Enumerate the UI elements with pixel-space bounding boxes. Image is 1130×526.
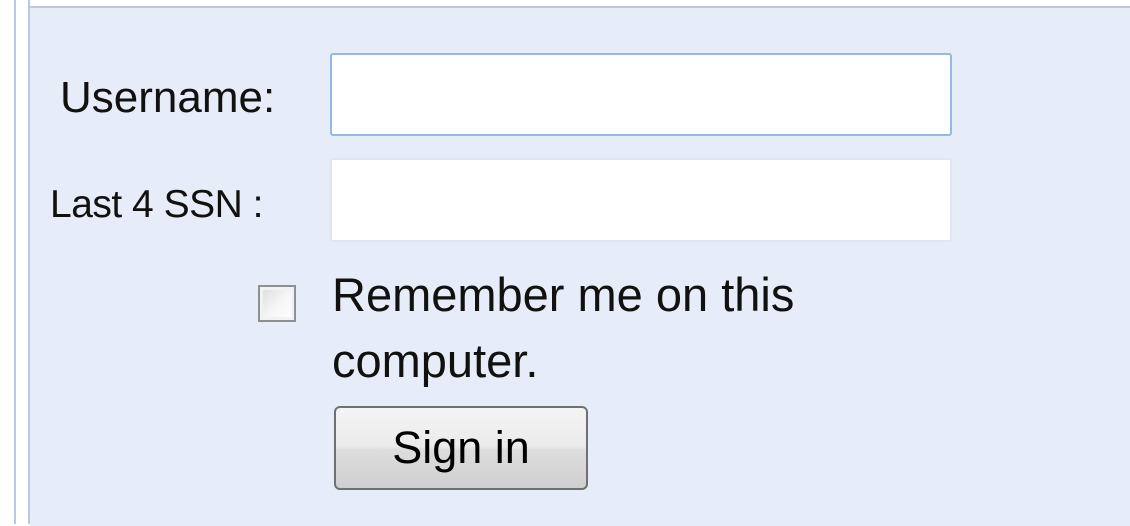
remember-me-checkbox[interactable] [258, 285, 296, 322]
ssn-label: Last 4 SSN : [50, 183, 263, 226]
username-label: Username: [60, 73, 276, 122]
username-input[interactable] [330, 53, 952, 136]
sign-in-button[interactable]: Sign in [334, 406, 588, 490]
page-frame: Username: Last 4 SSN : Remember me on th… [0, 0, 1130, 526]
left-border-rule [14, 0, 16, 524]
ssn-input[interactable] [330, 158, 952, 242]
remember-me-label[interactable]: Remember me on this computer. [332, 262, 932, 394]
